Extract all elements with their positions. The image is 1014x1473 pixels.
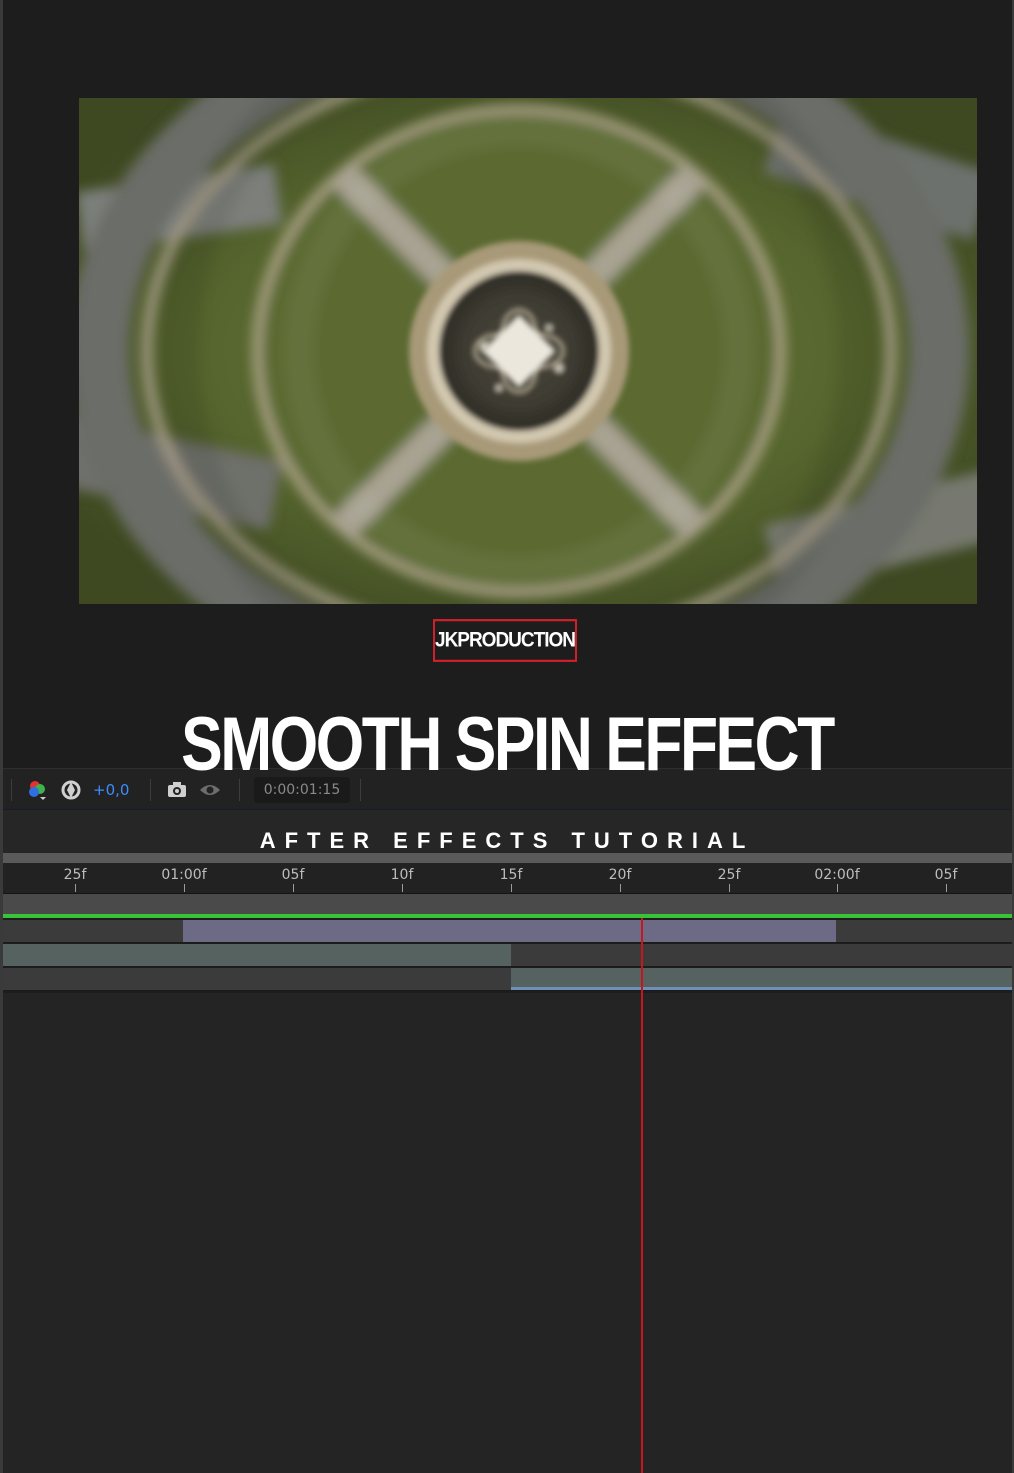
current-time-indicator[interactable] [641,918,643,1473]
render-cache-indicator [3,914,1012,918]
layer-track-1 [3,920,1012,943]
ruler-label: 05f [281,867,305,883]
ruler-label: 01:00f [161,867,207,883]
exposure-reset-icon[interactable] [60,779,82,801]
ruler-label: 20f [608,867,632,883]
timeline-navigator[interactable] [3,853,1012,863]
ruler-label: 02:00f [814,867,860,883]
ruler-tick [729,884,730,892]
ruler-label: 25f [717,867,741,883]
brand-text: JKPRODUCTION [435,628,576,652]
ruler-label: 25f [63,867,87,883]
work-area-bar[interactable] [3,894,1012,914]
ruler-tick [75,884,76,892]
layer-bar-3[interactable] [511,968,1012,990]
layer-bar-2[interactable] [3,944,511,966]
ruler-tick [946,884,947,892]
ruler-label: 10f [390,867,414,883]
ruler-label: 15f [499,867,523,883]
ruler-tick [511,884,512,892]
layer-bar-1[interactable] [183,920,836,942]
ruler-tick [184,884,185,892]
spin-footage-frame [79,98,977,604]
video-title: SMOOTH SPIN EFFECT [181,702,835,787]
composition-viewer[interactable] [79,98,977,604]
brand-badge: JKPRODUCTION [433,619,577,662]
toolbar-separator [11,779,12,801]
rgb-channels-icon[interactable] [27,779,49,801]
ruler-tick [402,884,403,892]
time-ruler[interactable]: 25f 01:00f 05f 10f 15f 20f 25f 02:00f 05… [3,863,1012,894]
ruler-tick [620,884,621,892]
video-subtitle: AFTER EFFECTS TUTORIAL [259,828,755,853]
layer-track-3 [3,968,1012,991]
layer-track-2 [3,944,1012,967]
ruler-tick [293,884,294,892]
timeline-body [3,993,1012,1473]
ruler-label: 05f [934,867,958,883]
ruler-tick [837,884,838,892]
